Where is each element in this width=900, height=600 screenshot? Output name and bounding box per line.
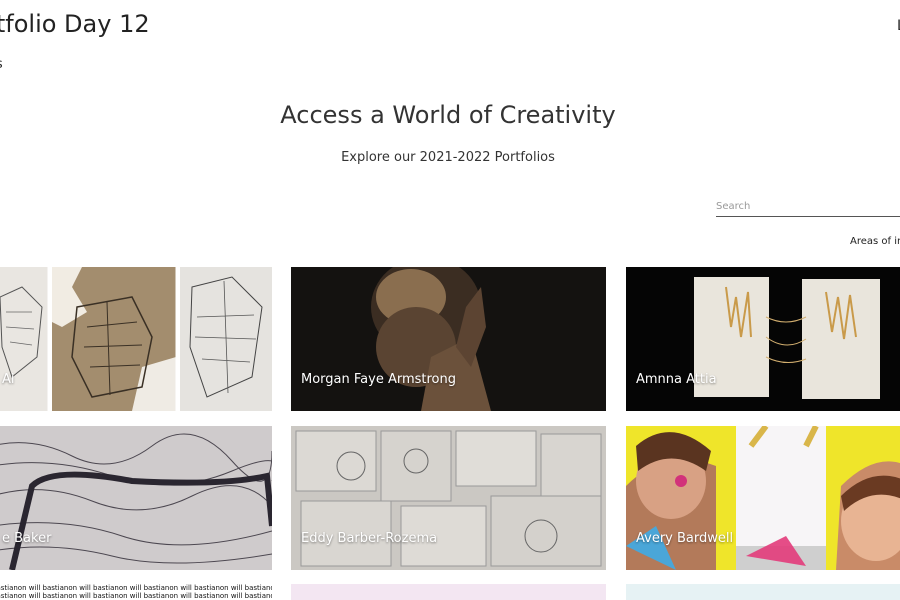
portfolio-name: Amnna Attia	[636, 372, 717, 387]
portfolio-name: Avery Bardwell	[636, 531, 734, 546]
portfolio-card[interactable]: Ai	[0, 267, 272, 411]
artwork-text: bastianon will bastianon will bastianon …	[0, 584, 272, 600]
portfolio-artwork	[291, 267, 606, 411]
site-title[interactable]: rtfolio Day 12	[0, 10, 150, 38]
portfolio-card[interactable]	[291, 584, 606, 600]
hero-subtitle: Explore our 2021-2022 Portfolios	[341, 150, 555, 165]
portfolio-artwork	[291, 426, 606, 570]
portfolio-card[interactable]: Avery Bardwell	[626, 426, 900, 570]
hero-title: Access a World of Creativity	[280, 101, 616, 129]
portfolio-name: Morgan Faye Armstrong	[301, 372, 456, 387]
portfolio-card[interactable]: bastianon will bastianon will bastianon …	[0, 584, 272, 600]
portfolio-artwork	[626, 267, 900, 411]
portfolio-card[interactable]: e Baker	[0, 426, 272, 570]
portfolio-card[interactable]: Eddy Barber-Rozema	[291, 426, 606, 570]
portfolio-card[interactable]	[626, 584, 900, 600]
portfolio-artwork	[0, 426, 272, 570]
portfolio-name: e Baker	[2, 531, 52, 546]
nav-link-artists[interactable]: sts	[0, 57, 3, 72]
portfolio-card[interactable]: Morgan Faye Armstrong	[291, 267, 606, 411]
portfolio-card[interactable]: Amnna Attia	[626, 267, 900, 411]
portfolio-artwork	[0, 267, 272, 411]
portfolio-name: Eddy Barber-Rozema	[301, 531, 438, 546]
search-input[interactable]	[716, 196, 900, 217]
portfolio-artwork	[626, 426, 900, 570]
portfolio-name: Ai	[2, 372, 15, 387]
areas-of-interest-filter[interactable]: Areas of in	[850, 236, 900, 247]
